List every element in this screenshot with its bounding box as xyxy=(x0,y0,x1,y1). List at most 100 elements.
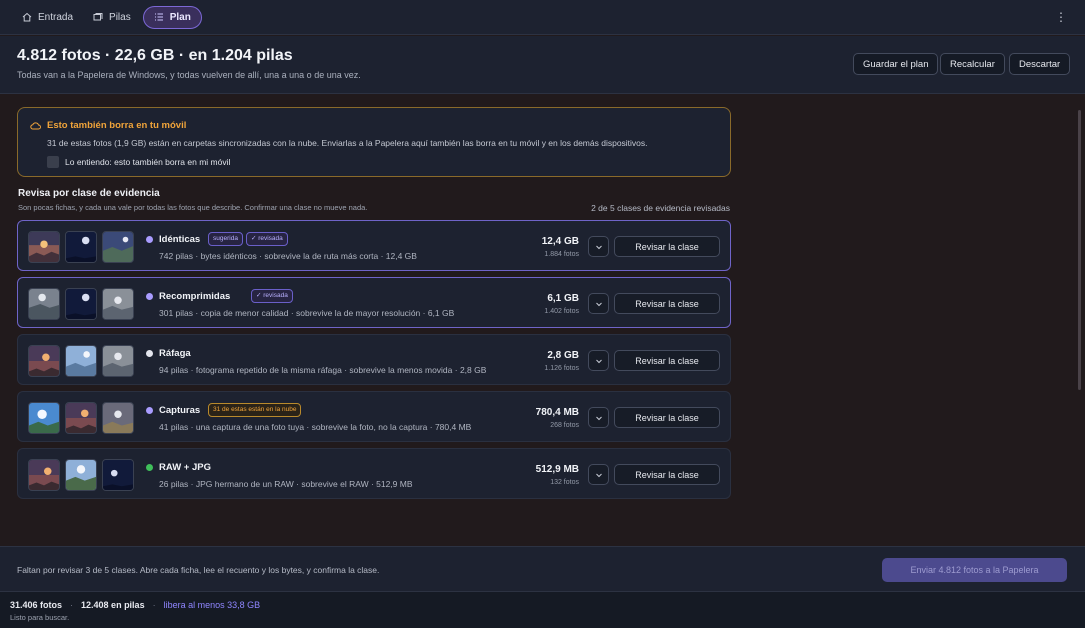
chevron-down-icon xyxy=(595,359,602,363)
top-nav: Entrada Pilas Plan ⋮ xyxy=(0,0,1085,35)
class-description: 742 pilas · bytes idénticos · sobrevive … xyxy=(159,251,417,261)
class-photo-count: 1.884 fotos xyxy=(544,251,579,258)
review-class-button[interactable]: Revisar la clase xyxy=(614,236,720,257)
class-name: RAW + JPG xyxy=(159,462,211,473)
tab-plan[interactable]: Plan xyxy=(142,5,202,29)
main-panel: Esto también borra en tu móvil 31 de est… xyxy=(0,95,1085,546)
separator: · xyxy=(152,600,156,610)
class-dot xyxy=(146,407,153,414)
review-class-button[interactable]: Revisar la clase xyxy=(614,350,720,371)
thumbnail xyxy=(102,402,134,434)
thumbnail xyxy=(65,288,97,320)
reviewed-count: 2 de 5 clases de evidencia revisadas xyxy=(591,203,730,213)
class-photo-count: 132 fotos xyxy=(550,479,579,486)
thumbnail xyxy=(102,288,134,320)
stats-line: 31.406 fotos · 12.408 en pilas · libera … xyxy=(10,600,260,610)
class-photo-count: 1.402 fotos xyxy=(544,308,579,315)
expand-button[interactable] xyxy=(588,407,609,428)
tab-pilas-label: Pilas xyxy=(109,11,131,23)
scrollbar[interactable] xyxy=(1078,110,1081,390)
review-class-button[interactable]: Revisar la clase xyxy=(614,407,720,428)
expand-button[interactable] xyxy=(588,350,609,371)
send-to-trash-button[interactable]: Enviar 4.812 fotos a la Papelera xyxy=(882,558,1067,582)
recalculate-button[interactable]: Recalcular xyxy=(940,53,1005,75)
tab-entrada-label: Entrada xyxy=(38,11,74,23)
cloud-icon xyxy=(30,122,41,130)
class-card-capturas: Capturas 31 de estas están en la nube 41… xyxy=(17,391,731,442)
thumbnail xyxy=(65,345,97,377)
chevron-down-icon xyxy=(595,302,602,306)
action-footer: Faltan por revisar 3 de 5 clases. Abre c… xyxy=(0,546,1085,591)
warning-title: Esto también borra en tu móvil xyxy=(47,120,187,131)
reviewed-badge: ✓ revisada xyxy=(251,289,293,303)
tab-pilas[interactable]: Pilas xyxy=(85,6,139,29)
class-dot xyxy=(146,236,153,243)
space-freed: libera al menos 33,8 GB xyxy=(163,600,261,610)
images-icon xyxy=(93,13,103,21)
chevron-down-icon xyxy=(595,473,602,477)
class-name: Ráfaga xyxy=(159,348,191,359)
thumbnail xyxy=(65,402,97,434)
class-photo-count: 268 fotos xyxy=(550,422,579,429)
confirm-checkbox[interactable] xyxy=(47,156,59,168)
thumbnail xyxy=(28,459,60,491)
class-description: 41 pilas · una captura de una foto tuya … xyxy=(159,422,472,432)
cloud-warning-badge: 31 de estas están en la nube xyxy=(208,403,302,417)
thumbnail xyxy=(102,231,134,263)
remaining-message: Faltan por revisar 3 de 5 clases. Abre c… xyxy=(17,565,380,575)
thumbnail xyxy=(65,231,97,263)
expand-button[interactable] xyxy=(588,464,609,485)
thumbnail xyxy=(65,459,97,491)
class-size: 780,4 MB xyxy=(535,407,579,418)
thumbnail xyxy=(28,231,60,263)
class-size: 6,1 GB xyxy=(547,293,579,304)
save-plan-button[interactable]: Guardar el plan xyxy=(853,53,939,75)
expand-button[interactable] xyxy=(588,236,609,257)
review-class-button[interactable]: Revisar la clase xyxy=(614,293,720,314)
confirm-checkbox-label[interactable]: Lo entiendo: esto también borra en mi mó… xyxy=(65,157,230,167)
class-size: 2,8 GB xyxy=(547,350,579,361)
tab-plan-label: Plan xyxy=(169,11,191,23)
badge-group: ✓ revisada xyxy=(251,289,293,303)
class-dot xyxy=(146,464,153,471)
class-card-raw-jpg: RAW + JPG 26 pilas · JPG hermano de un R… xyxy=(17,448,731,499)
page-title: 4.812 fotos · 22,6 GB · en 1.204 pilas xyxy=(17,47,293,64)
badge-group: 31 de estas están en la nube xyxy=(208,403,302,417)
total-photos: 31.406 fotos xyxy=(10,600,63,610)
class-description: 301 pilas · copia de menor calidad · sob… xyxy=(159,308,455,318)
section-subtitle: Son pocas fichas, y cada una vale por to… xyxy=(18,203,368,212)
class-card-identicas: Idénticas sugerida ✓ revisada 742 pilas … xyxy=(17,220,731,271)
plan-header: 4.812 fotos · 22,6 GB · en 1.204 pilas T… xyxy=(0,36,1085,94)
class-card-recomprimidas: Recomprimidas ✓ revisada 301 pilas · cop… xyxy=(17,277,731,328)
page-subtitle: Todas van a la Papelera de Windows, y to… xyxy=(17,70,361,80)
more-vertical-icon[interactable]: ⋮ xyxy=(1055,11,1067,23)
discard-button[interactable]: Descartar xyxy=(1009,53,1071,75)
thumbnail xyxy=(102,345,134,377)
class-photo-count: 1.126 fotos xyxy=(544,365,579,372)
home-icon xyxy=(22,12,32,22)
class-description: 26 pilas · JPG hermano de un RAW · sobre… xyxy=(159,479,413,489)
status-bar: 31.406 fotos · 12.408 en pilas · libera … xyxy=(0,591,1085,628)
class-card-rafaga: Ráfaga 94 pilas · fotograma repetido de … xyxy=(17,334,731,385)
photos-in-stacks: 12.408 en pilas xyxy=(81,600,145,610)
suggested-badge: sugerida xyxy=(208,232,243,246)
separator: · xyxy=(70,600,74,610)
section-title: Revisa por clase de evidencia xyxy=(18,188,160,199)
list-icon xyxy=(154,13,163,21)
class-size: 12,4 GB xyxy=(541,236,579,247)
thumbnail xyxy=(28,345,60,377)
cloud-warning: Esto también borra en tu móvil 31 de est… xyxy=(17,107,731,177)
thumbnail xyxy=(28,402,60,434)
status-text: Listo para buscar. xyxy=(10,613,70,622)
review-class-button[interactable]: Revisar la clase xyxy=(614,464,720,485)
reviewed-badge: ✓ revisada xyxy=(245,232,288,246)
class-name: Recomprimidas xyxy=(159,291,231,302)
chevron-down-icon xyxy=(595,416,602,420)
expand-button[interactable] xyxy=(588,293,609,314)
class-description: 94 pilas · fotograma repetido de la mism… xyxy=(159,365,487,375)
thumbnail xyxy=(102,459,134,491)
tab-entrada[interactable]: Entrada xyxy=(14,6,81,29)
warning-body: 31 de estas fotos (1,9 GB) están en carp… xyxy=(47,138,648,148)
class-name: Idénticas xyxy=(159,234,201,245)
class-dot xyxy=(146,350,153,357)
